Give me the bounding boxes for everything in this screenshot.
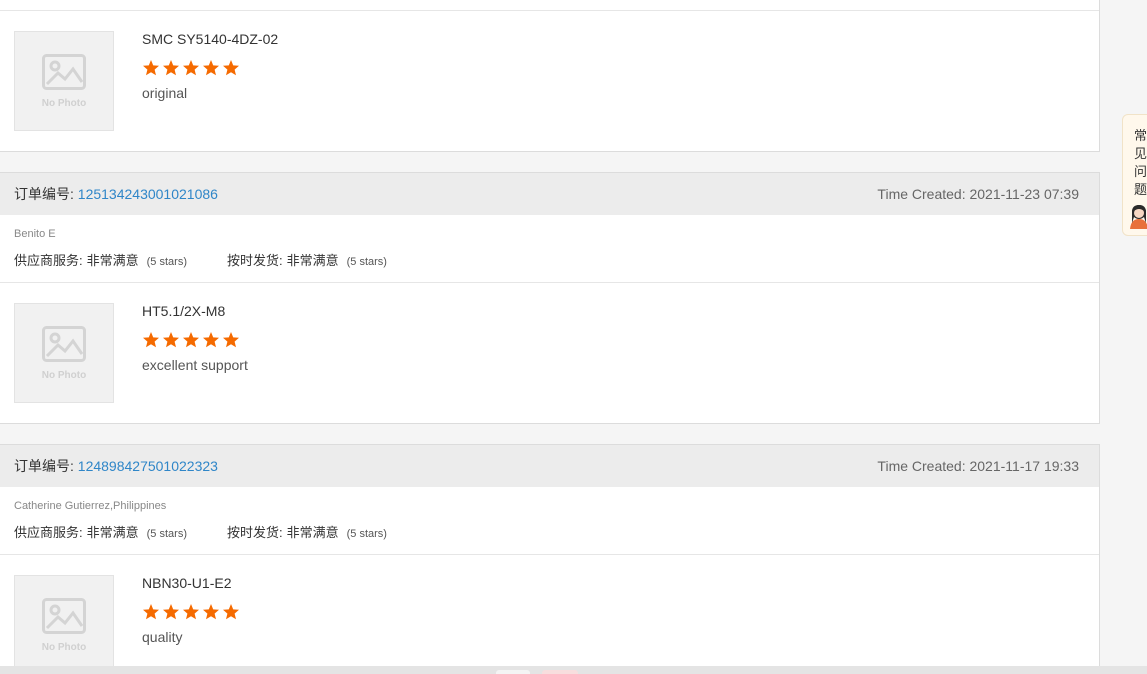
star-icon	[223, 60, 239, 76]
on-time-delivery-rating: 按时发货: 非常满意 (5 stars)	[227, 522, 387, 541]
star-icon	[163, 604, 179, 620]
customer-service-avatar-icon	[1130, 205, 1147, 229]
bottom-tab[interactable]	[496, 670, 530, 674]
product-thumbnail[interactable]: No Photo	[14, 303, 114, 403]
star-icon	[203, 604, 219, 620]
supplier-ratings: 供应商服务: 非常满意 (5 stars) 按时发货: 非常满意 (5 star…	[14, 250, 1085, 269]
rating-stars-text: (5 stars)	[346, 528, 387, 540]
time-created: Time Created: 2021-11-23 07:39	[877, 186, 1079, 202]
star-icon	[203, 332, 219, 348]
time-created: Time Created: 2021-11-17 19:33	[877, 458, 1079, 474]
rating-label: 按时发货:	[226, 253, 283, 268]
product-review: No Photo SMC SY5140-4DZ-02 original	[0, 10, 1099, 151]
buyer-section: Catherine Gutierrez,Philippines 供应商服务: 非…	[0, 487, 1099, 555]
star-icon	[203, 60, 219, 76]
star-icon	[183, 60, 199, 76]
faq-label: 常见问题	[1134, 128, 1147, 197]
buyer-section: Benito E 供应商服务: 非常满意 (5 stars) 按时发货: 非常满…	[0, 215, 1099, 283]
review-card: 订单编号: 125134243001021086 Time Created: 2…	[0, 172, 1100, 424]
star-rating	[142, 59, 278, 77]
order-header: 订单编号: 125134243001021086 Time Created: 2…	[0, 173, 1099, 215]
faq-side-button[interactable]: 常见问题	[1122, 114, 1147, 236]
product-thumbnail[interactable]: No Photo	[14, 31, 114, 131]
on-time-delivery-rating: 按时发货: 非常满意 (5 stars)	[227, 250, 387, 269]
star-icon	[143, 332, 159, 348]
no-photo-text: No Photo	[41, 369, 87, 381]
star-icon	[183, 604, 199, 620]
star-icon	[163, 332, 179, 348]
order-number: 订单编号: 124898427501022323	[14, 456, 218, 476]
image-placeholder-icon	[42, 53, 86, 90]
no-photo-text: No Photo	[41, 97, 87, 109]
supplier-ratings: 供应商服务: 非常满意 (5 stars) 按时发货: 非常满意 (5 star…	[14, 522, 1085, 541]
rating-label: 供应商服务:	[14, 253, 83, 268]
review-comment: excellent support	[142, 357, 248, 373]
rating-label: 供应商服务:	[14, 525, 83, 540]
review-comment: original	[142, 85, 188, 101]
review-feed: No Photo SMC SY5140-4DZ-02 original 订单编号…	[0, 0, 1100, 674]
product-info: SMC SY5140-4DZ-02 original	[142, 31, 278, 101]
rating-stars-text: (5 stars)	[146, 256, 187, 268]
supplier-service-rating: 供应商服务: 非常满意 (5 stars)	[14, 250, 187, 269]
star-icon	[183, 332, 199, 348]
buyer-name: Benito E	[14, 228, 56, 240]
rating-stars-text: (5 stars)	[346, 256, 387, 268]
order-number-label: 订单编号:	[14, 458, 74, 474]
product-thumbnail[interactable]: No Photo	[14, 575, 114, 674]
product-name[interactable]: NBN30-U1-E2	[142, 575, 242, 593]
order-number-label: 订单编号:	[14, 186, 74, 202]
product-review: No Photo HT5.1/2X-M8 excellent support	[0, 283, 1099, 423]
star-icon	[163, 60, 179, 76]
star-rating	[142, 331, 248, 349]
supplier-service-rating: 供应商服务: 非常满意 (5 stars)	[14, 522, 187, 541]
star-rating	[142, 603, 242, 621]
rating-value: 非常满意	[286, 525, 339, 540]
star-icon	[143, 604, 159, 620]
rating-value: 非常满意	[286, 253, 339, 268]
order-number: 订单编号: 125134243001021086	[14, 184, 218, 204]
product-info: NBN30-U1-E2 quality	[142, 575, 242, 645]
product-name[interactable]: SMC SY5140-4DZ-02	[142, 31, 278, 49]
star-icon	[223, 332, 239, 348]
rating-value: 非常满意	[86, 253, 139, 268]
star-icon	[223, 604, 239, 620]
bottom-tab[interactable]	[542, 670, 578, 674]
image-placeholder-icon	[42, 597, 86, 634]
star-icon	[143, 60, 159, 76]
rating-label: 按时发货:	[226, 525, 283, 540]
no-photo-text: No Photo	[41, 641, 87, 653]
review-card: No Photo SMC SY5140-4DZ-02 original	[0, 0, 1100, 152]
product-info: HT5.1/2X-M8 excellent support	[142, 303, 248, 373]
order-header: 订单编号: 124898427501022323 Time Created: 2…	[0, 445, 1099, 487]
review-card: 订单编号: 124898427501022323 Time Created: 2…	[0, 444, 1100, 674]
product-review: No Photo NBN30-U1-E2 quality	[0, 555, 1099, 674]
rating-stars-text: (5 stars)	[146, 528, 187, 540]
product-name[interactable]: HT5.1/2X-M8	[142, 303, 248, 321]
buyer-name: Catherine Gutierrez,Philippines	[14, 500, 167, 512]
image-placeholder-icon	[42, 325, 86, 362]
bottom-bar	[0, 666, 1147, 674]
page: No Photo SMC SY5140-4DZ-02 original 订单编号…	[0, 0, 1147, 674]
order-id-link[interactable]: 124898427501022323	[78, 458, 218, 474]
order-id-link[interactable]: 125134243001021086	[78, 186, 218, 202]
review-comment: quality	[142, 629, 183, 645]
rating-value: 非常满意	[86, 525, 139, 540]
